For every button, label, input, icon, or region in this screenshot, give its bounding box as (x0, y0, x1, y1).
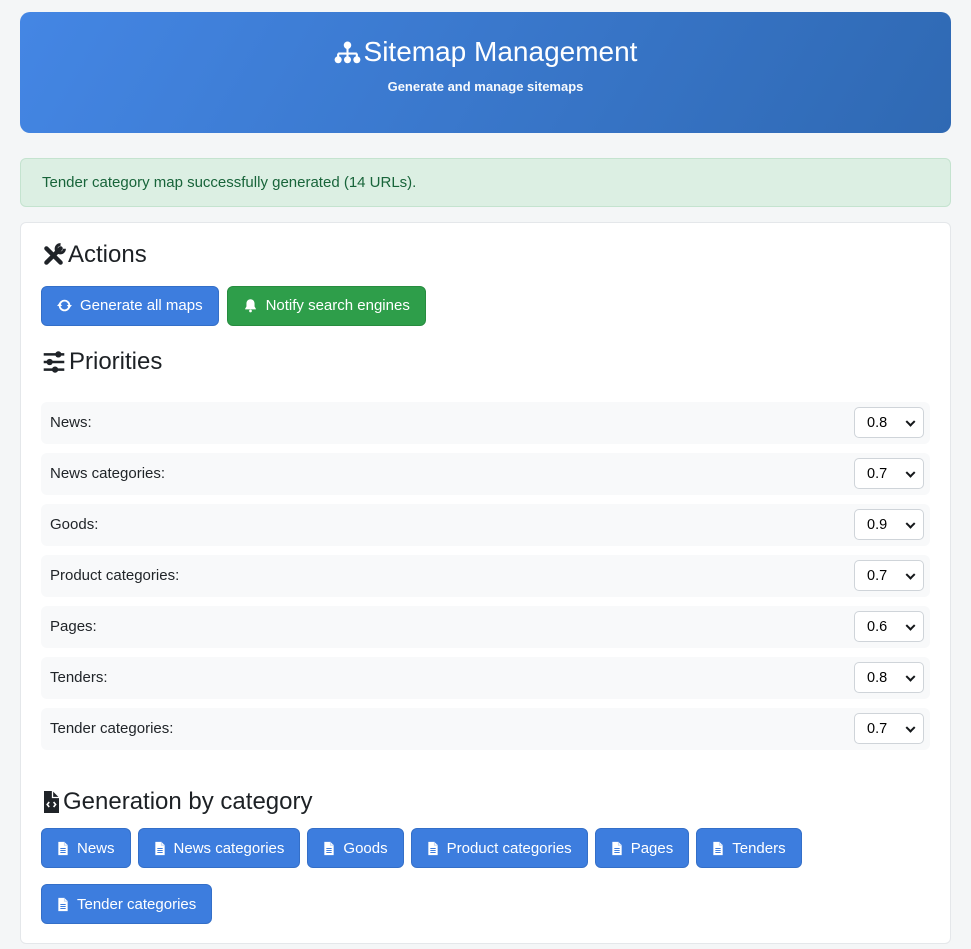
priority-select-wrap: 0.6 (854, 611, 924, 642)
page-title: Sitemap Management (20, 36, 951, 68)
priority-row-tender-categories: Tender categories: 0.7 (41, 708, 930, 750)
priority-label: Tenders: (50, 669, 108, 686)
priority-select-wrap: 0.8 (854, 407, 924, 438)
category-button-tenders[interactable]: Tenders (696, 828, 801, 868)
priority-select-news-categories[interactable]: 0.7 (854, 458, 924, 489)
bell-icon (243, 298, 258, 313)
generate-all-maps-label: Generate all maps (80, 298, 203, 313)
category-button-label: Tenders (732, 841, 785, 856)
sliders-icon (41, 349, 67, 375)
priority-select-tenders[interactable]: 0.8 (854, 662, 924, 693)
notify-search-engines-button[interactable]: Notify search engines (227, 286, 426, 326)
success-alert-text: Tender category map successfully generat… (42, 174, 416, 191)
category-button-news[interactable]: News (41, 828, 131, 868)
category-button-label: Tender categories (77, 897, 196, 912)
priority-label: News categories: (50, 465, 165, 482)
file-icon (712, 841, 724, 856)
file-icon (611, 841, 623, 856)
category-button-label: News (77, 841, 115, 856)
generation-heading: Generation by category (41, 788, 930, 817)
file-icon (427, 841, 439, 856)
priority-row-pages: Pages: 0.6 (41, 606, 930, 648)
category-button-pages[interactable]: Pages (595, 828, 690, 868)
file-code-icon (41, 790, 61, 814)
notify-search-engines-label: Notify search engines (266, 298, 410, 313)
category-buttons: News News categories (41, 828, 930, 924)
sync-icon (57, 298, 72, 313)
priority-select-wrap: 0.8 (854, 662, 924, 693)
main-card: Actions Generate all maps (20, 222, 951, 944)
category-button-label: Goods (343, 841, 387, 856)
priority-select-wrap: 0.7 (854, 458, 924, 489)
priority-select-wrap: 0.9 (854, 509, 924, 540)
file-icon (57, 897, 69, 912)
generate-all-maps-button[interactable]: Generate all maps (41, 286, 219, 326)
page-header: Sitemap Management Generate and manage s… (20, 12, 951, 133)
category-button-label: News categories (174, 841, 285, 856)
category-button-goods[interactable]: Goods (307, 828, 403, 868)
priority-select-pages[interactable]: 0.6 (854, 611, 924, 642)
page-subtitle: Generate and manage sitemaps (20, 79, 951, 94)
success-alert: Tender category map successfully generat… (20, 158, 951, 207)
file-icon (57, 841, 69, 856)
priority-select-news[interactable]: 0.8 (854, 407, 924, 438)
file-icon (154, 841, 166, 856)
priority-row-goods: Goods: 0.9 (41, 504, 930, 546)
category-button-product-categories[interactable]: Product categories (411, 828, 588, 868)
page-title-text: Sitemap Management (364, 36, 638, 68)
priority-label: Product categories: (50, 567, 179, 584)
sitemap-icon (334, 40, 361, 65)
actions-row: Generate all maps Notify search engines (41, 286, 930, 326)
priorities-heading: Priorities (41, 348, 930, 377)
priority-label: Pages: (50, 618, 97, 635)
priority-label: Tender categories: (50, 720, 173, 737)
priority-select-goods[interactable]: 0.9 (854, 509, 924, 540)
priority-label: News: (50, 414, 92, 431)
category-button-news-categories[interactable]: News categories (138, 828, 301, 868)
priority-row-tenders: Tenders: 0.8 (41, 657, 930, 699)
priority-select-tender-categories[interactable]: 0.7 (854, 713, 924, 744)
priority-row-news-categories: News categories: 0.7 (41, 453, 930, 495)
page: Sitemap Management Generate and manage s… (0, 0, 971, 949)
tools-icon (41, 243, 66, 268)
category-button-label: Product categories (447, 841, 572, 856)
priority-row-news: News: 0.8 (41, 402, 930, 444)
actions-heading-text: Actions (68, 241, 147, 270)
priorities-heading-text: Priorities (69, 348, 162, 377)
priority-label: Goods: (50, 516, 98, 533)
priority-select-wrap: 0.7 (854, 560, 924, 591)
file-icon (323, 841, 335, 856)
category-button-label: Pages (631, 841, 674, 856)
priority-select-product-categories[interactable]: 0.7 (854, 560, 924, 591)
priority-list: News: 0.8 News categories: 0.7 (41, 402, 930, 750)
actions-heading: Actions (41, 241, 930, 270)
category-button-tender-categories[interactable]: Tender categories (41, 884, 212, 924)
generation-heading-text: Generation by category (63, 788, 312, 817)
priority-row-product-categories: Product categories: 0.7 (41, 555, 930, 597)
priority-select-wrap: 0.7 (854, 713, 924, 744)
